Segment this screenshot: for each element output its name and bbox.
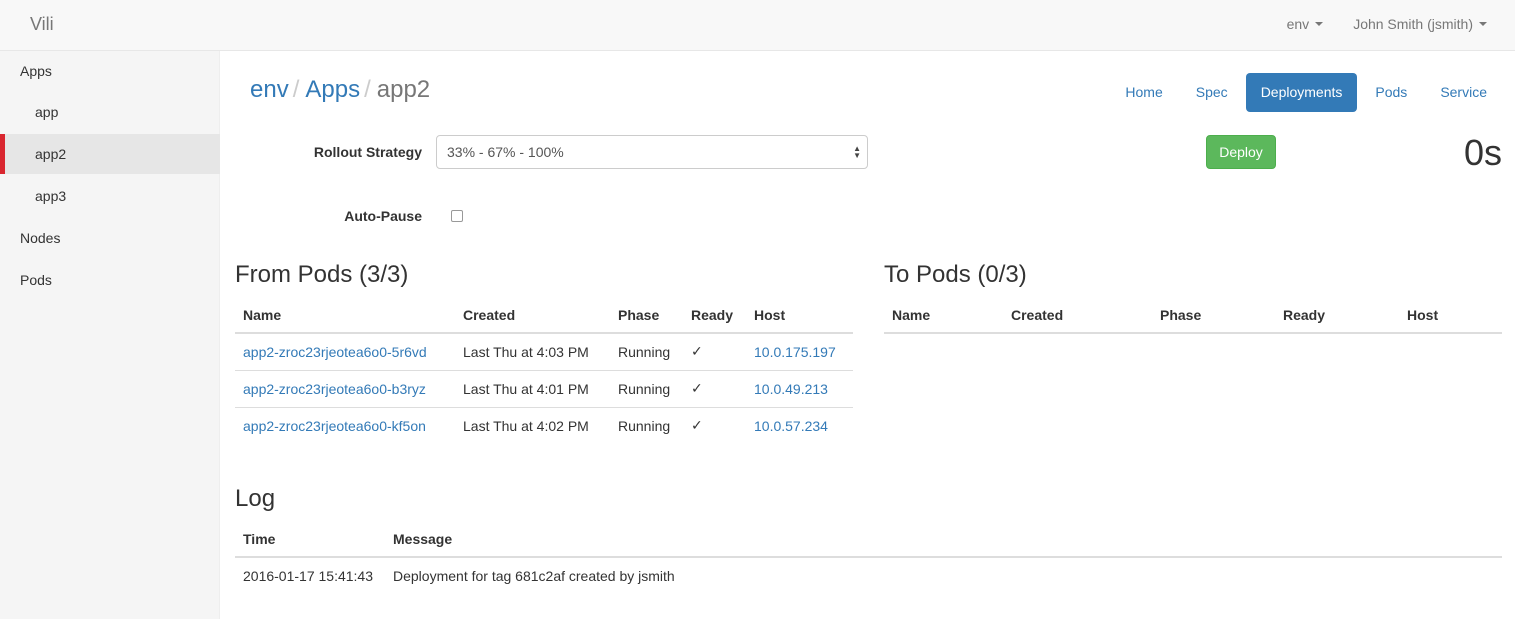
pod-host-link[interactable]: 10.0.175.197 bbox=[754, 344, 836, 360]
table-header-row: Name Created Phase Ready Host bbox=[235, 297, 853, 334]
auto-pause-label: Auto-Pause bbox=[344, 208, 422, 224]
rollout-strategy-label: Rollout Strategy bbox=[313, 144, 422, 160]
pod-created: Last Thu at 4:01 PM bbox=[455, 369, 610, 407]
tab-spec[interactable]: Spec bbox=[1181, 73, 1243, 112]
sidebar-item-apps[interactable]: Apps bbox=[0, 51, 220, 91]
to-pods-table: Name Created Phase Ready Host bbox=[884, 297, 1502, 334]
auto-pause-checkbox[interactable] bbox=[451, 210, 463, 222]
column-header-time: Time bbox=[235, 521, 385, 558]
log-message: Deployment for tag 681c2af created by js… bbox=[393, 568, 675, 584]
pod-name-link[interactable]: app2-zroc23rjeotea6o0-5r6vd bbox=[243, 344, 427, 360]
navbar-right: env John Smith (jsmith) bbox=[1287, 16, 1487, 32]
column-header-ready: Ready bbox=[683, 297, 746, 334]
column-header-host: Host bbox=[746, 297, 853, 334]
column-header-created: Created bbox=[455, 297, 610, 334]
column-header-message: Message bbox=[385, 521, 1502, 558]
sidebar: Apps app app2 app3 Nodes Pods bbox=[0, 51, 220, 619]
table-header-row: Time Message bbox=[235, 521, 1502, 558]
sidebar-item-nodes[interactable]: Nodes bbox=[0, 218, 220, 258]
select-arrows-icon: ▲ ▼ bbox=[853, 144, 861, 160]
caret-down-icon bbox=[1315, 22, 1324, 26]
top-navbar: Vili env John Smith (jsmith) bbox=[0, 0, 1515, 51]
table-row: app2-zroc23rjeotea6o0-kf5on Last Thu at … bbox=[235, 406, 853, 444]
column-header-phase: Phase bbox=[1152, 297, 1275, 334]
deploy-button[interactable]: Deploy bbox=[1206, 135, 1276, 169]
from-pods-table: Name Created Phase Ready Host app2-zroc2… bbox=[235, 297, 853, 444]
user-dropdown[interactable]: John Smith (jsmith) bbox=[1353, 16, 1487, 32]
breadcrumb-current: app2 bbox=[376, 76, 431, 103]
pod-phase: Running bbox=[618, 343, 671, 360]
check-icon: ✓ bbox=[691, 343, 703, 360]
rollout-strategy-select[interactable]: 33% - 67% - 100% ▲ ▼ bbox=[436, 135, 868, 169]
tab-pods[interactable]: Pods bbox=[1360, 73, 1422, 112]
sidebar-item-app2[interactable]: app2 bbox=[0, 134, 220, 174]
brand-logo[interactable]: Vili bbox=[30, 14, 54, 35]
pod-name-link[interactable]: app2-zroc23rjeotea6o0-b3ryz bbox=[243, 381, 426, 397]
pod-host-link[interactable]: 10.0.57.234 bbox=[754, 418, 828, 434]
log-table: Time Message 2016-01-17 15:41:43 Deploym… bbox=[235, 521, 1502, 594]
breadcrumb-separator: / bbox=[364, 76, 371, 103]
user-dropdown-label: John Smith (jsmith) bbox=[1353, 16, 1473, 32]
column-header-name: Name bbox=[235, 297, 455, 334]
pod-created: Last Thu at 4:03 PM bbox=[463, 343, 589, 360]
tab-service[interactable]: Service bbox=[1425, 73, 1502, 112]
check-icon: ✓ bbox=[683, 406, 746, 444]
breadcrumb-separator: / bbox=[292, 76, 300, 103]
column-header-name: Name bbox=[884, 297, 1003, 334]
pod-host-link[interactable]: 10.0.49.213 bbox=[754, 381, 828, 397]
table-row: app2-zroc23rjeotea6o0-5r6vd Last Thu at … bbox=[235, 333, 853, 370]
rollout-strategy-value: 33% - 67% - 100% bbox=[447, 144, 564, 160]
sidebar-item-app3[interactable]: app3 bbox=[0, 176, 220, 216]
table-row: 2016-01-17 15:41:43 Deployment for tag 6… bbox=[235, 557, 1502, 594]
column-header-created: Created bbox=[1003, 297, 1152, 334]
to-pods-title: To Pods (0/3) bbox=[884, 261, 1027, 288]
column-header-phase: Phase bbox=[610, 297, 683, 334]
log-title: Log bbox=[235, 485, 276, 512]
deploy-timer: 0s bbox=[1463, 132, 1502, 173]
pod-name-link[interactable]: app2-zroc23rjeotea6o0-kf5on bbox=[243, 418, 426, 434]
breadcrumb: env / Apps / app2 bbox=[250, 76, 430, 104]
tab-home[interactable]: Home bbox=[1110, 73, 1177, 112]
caret-down-icon bbox=[1479, 22, 1487, 26]
column-header-ready: Ready bbox=[1275, 297, 1399, 334]
table-header-row: Name Created Phase Ready Host bbox=[884, 297, 1502, 334]
table-row: app2-zroc23rjeotea6o0-b3ryz Last Thu at … bbox=[235, 369, 853, 407]
pod-phase: Running bbox=[610, 369, 683, 407]
pod-created: Last Thu at 4:02 PM bbox=[455, 406, 610, 444]
breadcrumb-env[interactable]: env bbox=[250, 76, 289, 104]
app-tabs: Home Spec Deployments Pods Service bbox=[1107, 73, 1502, 112]
env-dropdown[interactable]: env bbox=[1287, 16, 1324, 32]
sidebar-item-app[interactable]: app bbox=[0, 92, 220, 132]
tab-deployments[interactable]: Deployments bbox=[1245, 73, 1358, 112]
breadcrumb-apps[interactable]: Apps bbox=[305, 76, 360, 104]
pod-phase: Running bbox=[610, 406, 683, 444]
env-dropdown-label: env bbox=[1286, 16, 1310, 32]
from-pods-title: From Pods (3/3) bbox=[235, 261, 409, 288]
check-icon: ✓ bbox=[683, 369, 746, 407]
sidebar-item-pods[interactable]: Pods bbox=[0, 260, 220, 300]
log-time: 2016-01-17 15:41:43 bbox=[243, 568, 373, 584]
column-header-host: Host bbox=[1399, 297, 1502, 334]
